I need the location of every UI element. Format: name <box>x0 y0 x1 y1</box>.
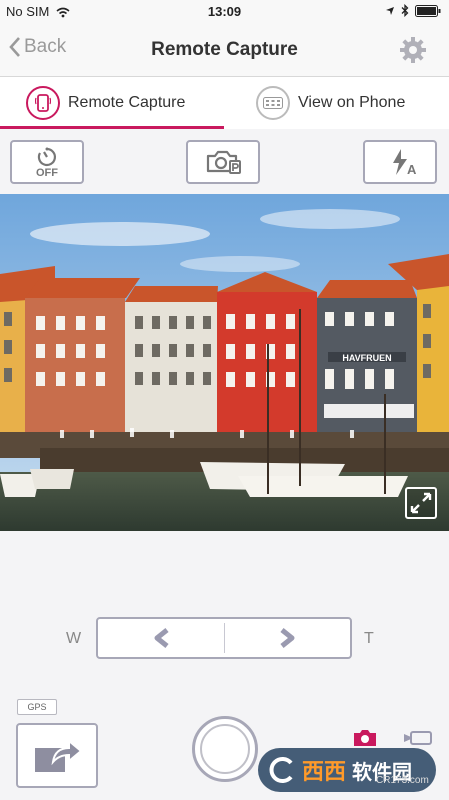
logo-icon <box>269 757 293 783</box>
chevron-left-icon <box>154 628 169 648</box>
shutter-button[interactable] <box>192 716 258 782</box>
phone-icon <box>26 86 60 120</box>
tab-bar: Remote Capture View on Phone <box>0 77 449 129</box>
tab-view-on-phone[interactable]: View on Phone <box>256 77 405 129</box>
battery-icon <box>415 4 441 17</box>
live-view-image: HAVFRUEN <box>0 194 449 531</box>
video-camera-icon <box>404 731 432 745</box>
live-view-picture: HAVFRUEN <box>0 194 449 531</box>
camera-settings-icon <box>206 150 241 174</box>
chevron-right-icon <box>280 628 295 648</box>
zoom-wide-label: W <box>66 630 82 647</box>
flash-mode-label: A <box>407 162 417 177</box>
tab-label: View on Phone <box>298 94 406 111</box>
settings-button[interactable] <box>399 36 427 69</box>
watermark-logo: 西西 软件园 CR173.com <box>258 748 436 792</box>
grid-icon <box>256 86 290 120</box>
zoom-control <box>96 617 352 659</box>
status-bar: No SIM 13:09 <box>0 0 449 24</box>
zoom-out-button[interactable] <box>98 619 224 657</box>
tab-label: Remote Capture <box>68 94 186 111</box>
gear-icon <box>400 37 426 63</box>
flash-mode-button[interactable]: A <box>363 140 437 184</box>
share-icon <box>35 738 83 772</box>
location-icon <box>386 6 394 15</box>
clock: 13:09 <box>207 4 242 19</box>
self-timer-button[interactable]: OFF <box>10 140 84 184</box>
watermark-brand-orange: 西西 <box>302 759 347 784</box>
expand-view-button[interactable] <box>405 487 437 519</box>
bluetooth-icon <box>401 4 409 17</box>
page-title: Remote Capture <box>151 39 298 60</box>
share-button[interactable] <box>16 723 98 788</box>
status-icons <box>385 4 441 17</box>
svg-text:HAVFRUEN: HAVFRUEN <box>342 353 391 363</box>
zoom-in-button[interactable] <box>225 619 351 657</box>
expand-icon <box>410 492 432 514</box>
zoom-tele-label: T <box>364 630 374 647</box>
timer-label: OFF <box>36 167 58 179</box>
active-tab-indicator <box>0 126 224 129</box>
watermark-url: CR173.com <box>376 775 429 786</box>
shutter-inner-ring <box>200 724 250 774</box>
shooting-mode-button[interactable] <box>186 140 260 184</box>
gps-badge: GPS <box>17 699 57 715</box>
camera-icon <box>354 730 376 746</box>
navigation-bar: Back Remote Capture <box>0 24 449 77</box>
tab-remote-capture[interactable]: Remote Capture <box>26 77 185 129</box>
